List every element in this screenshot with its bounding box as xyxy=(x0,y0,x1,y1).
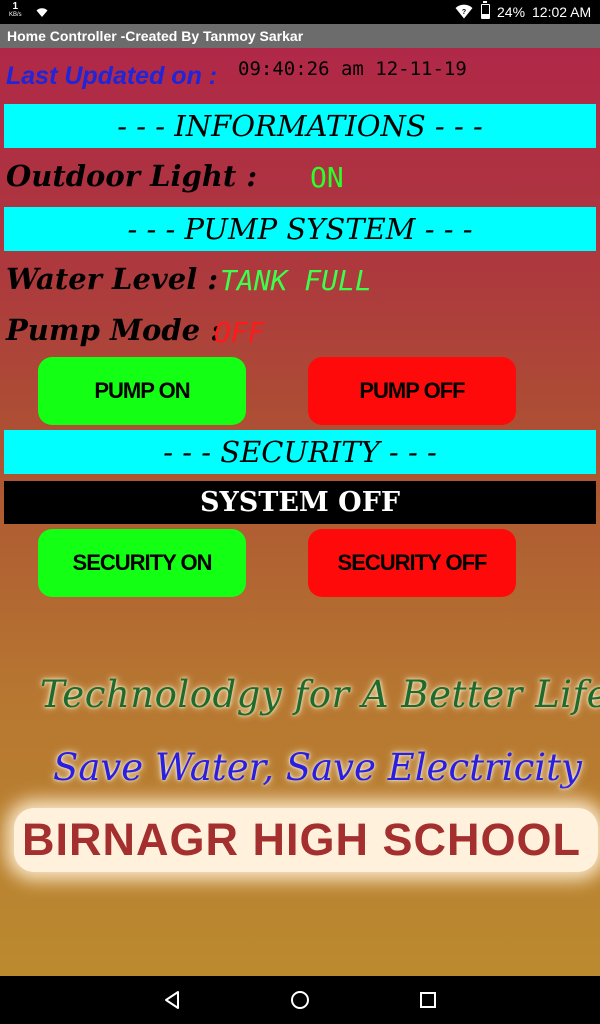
home-icon[interactable] xyxy=(288,988,312,1012)
slogan-save-water: Save Water, Save Electricity xyxy=(53,746,582,789)
outdoor-light-label: Outdoor Light : xyxy=(6,159,258,193)
battery-icon xyxy=(481,1,490,19)
outdoor-light-value: ON xyxy=(310,161,344,194)
clock: 12:02 AM xyxy=(532,4,592,20)
pump-on-button[interactable]: PUMP ON xyxy=(38,357,246,425)
network-speed: 1 KB/s xyxy=(9,2,22,19)
pump-mode-value: OFF xyxy=(214,316,265,349)
informations-header: - - - INFORMATIONS - - - xyxy=(4,104,596,148)
network-speed-unit: KB/s xyxy=(9,12,22,18)
wifi-icon: ? xyxy=(455,4,473,24)
back-icon[interactable] xyxy=(160,988,184,1012)
pump-mode-label: Pump Mode : xyxy=(6,313,221,347)
security-status: SYSTEM OFF xyxy=(4,481,596,524)
school-name: BIRNAGR HIGH SCHOOL xyxy=(22,814,581,865)
wifi-activity-icon xyxy=(36,5,48,23)
recents-icon[interactable] xyxy=(416,988,440,1012)
navigation-bar xyxy=(0,976,600,1024)
app-content: Last Updated on : 09:40:26 am 12-11-19 -… xyxy=(0,48,600,976)
slogan-technology: Technolodgy for A Better Life xyxy=(40,673,600,716)
security-on-button[interactable]: SECURITY ON xyxy=(38,529,246,597)
security-off-button[interactable]: SECURITY OFF xyxy=(308,529,516,597)
last-updated-label: Last Updated on : xyxy=(6,62,218,90)
app-title-bar: Home Controller -Created By Tanmoy Sarka… xyxy=(0,24,600,48)
water-level-value: TANK FULL xyxy=(220,264,372,297)
pump-system-header: - - - PUMP SYSTEM - - - xyxy=(4,207,596,251)
security-header: - - - SECURITY - - - xyxy=(4,430,596,474)
svg-text:?: ? xyxy=(462,9,466,16)
status-bar: 1 KB/s ? 24% 12:02 AM xyxy=(0,0,600,24)
network-speed-value: 1 xyxy=(12,1,19,12)
app-title: Home Controller -Created By Tanmoy Sarka… xyxy=(7,28,304,44)
battery-percent: 24% xyxy=(497,4,526,20)
water-level-label: Water Level : xyxy=(6,262,219,296)
last-updated-value: 09:40:26 am 12-11-19 xyxy=(238,58,467,80)
pump-off-button[interactable]: PUMP OFF xyxy=(308,357,516,425)
